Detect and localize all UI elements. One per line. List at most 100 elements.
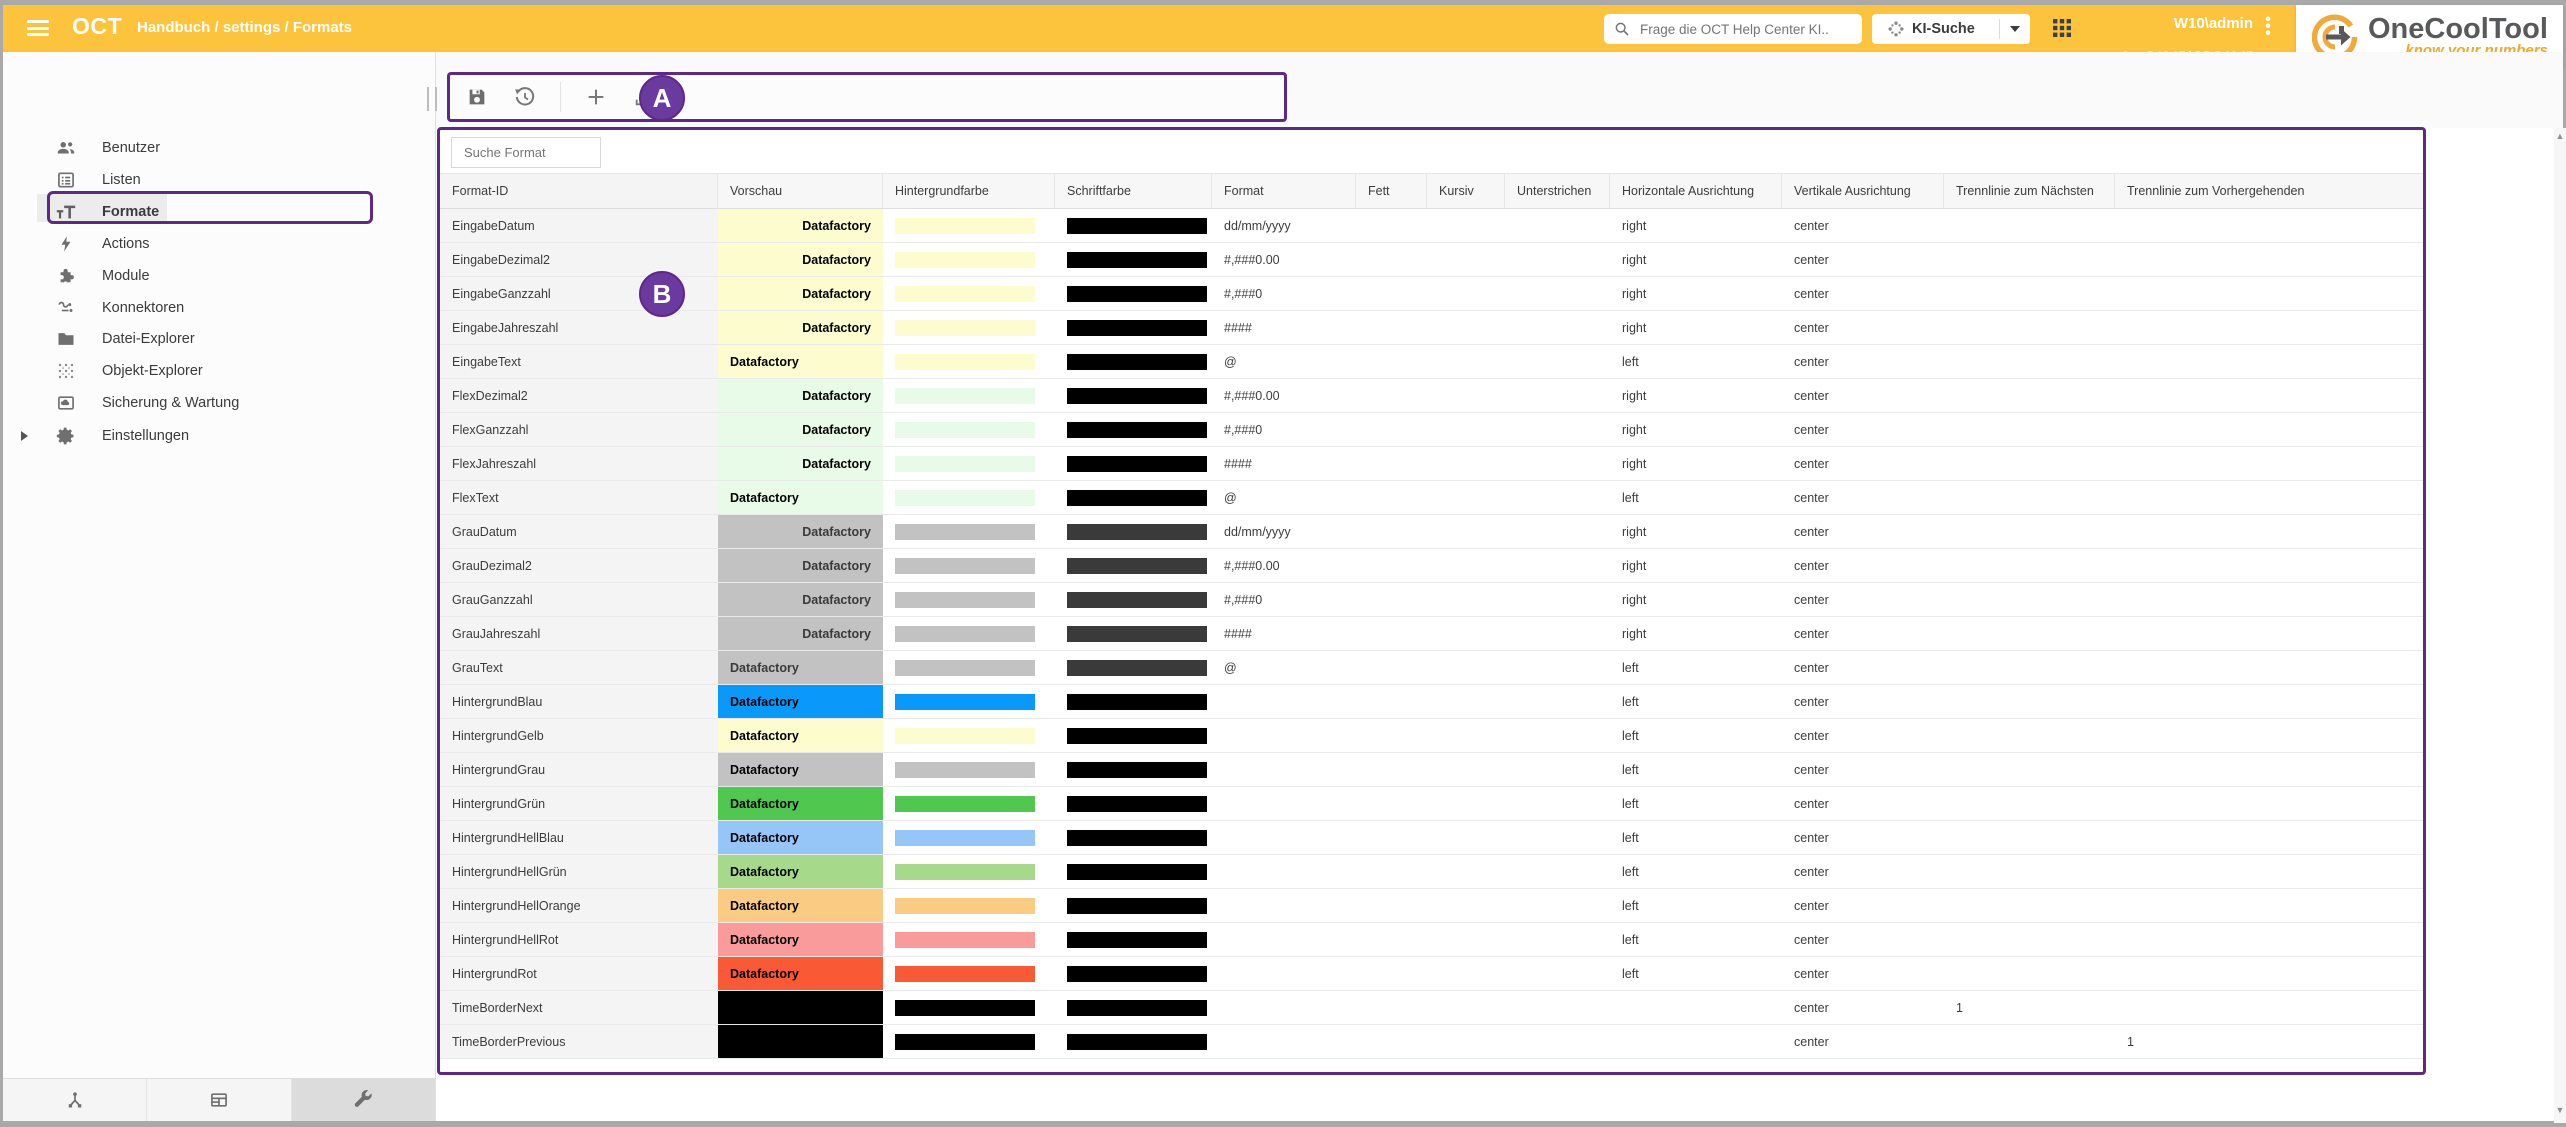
help-search-box[interactable] — [1604, 14, 1862, 44]
table-search-input[interactable] — [462, 144, 596, 161]
wrench-tab[interactable] — [292, 1079, 436, 1121]
table-row[interactable]: EingabeJahreszahlDatafactory####rightcen… — [440, 311, 2423, 345]
column-header[interactable]: Horizontale Ausrichtung — [1610, 174, 1782, 208]
search-input[interactable] — [1638, 21, 1852, 38]
cell-preview: Datafactory — [718, 787, 883, 821]
expand-arrow-icon[interactable] — [21, 431, 28, 441]
table-row[interactable]: HintergrundRotDatafactoryleftcenter — [440, 957, 2423, 991]
splitter-handle[interactable] — [427, 87, 437, 111]
font-color-swatch — [1067, 558, 1207, 574]
column-header[interactable]: Format — [1212, 174, 1356, 208]
hierarchy-tab[interactable] — [3, 1079, 147, 1121]
add-icon[interactable] — [583, 84, 609, 110]
vertical-scrollbar[interactable] — [2554, 128, 2566, 1123]
column-header[interactable]: Format-ID — [440, 174, 718, 208]
column-header[interactable]: Kursiv — [1427, 174, 1505, 208]
cell-separator-previous — [2115, 923, 2423, 957]
cell-italic — [1427, 447, 1505, 481]
cell-separator-previous: 1 — [2115, 1025, 2423, 1059]
table-row[interactable]: HintergrundHellGrünDatafactoryleftcenter — [440, 855, 2423, 889]
cell-separator-previous — [2115, 583, 2423, 617]
cell-font-color — [1055, 243, 1212, 277]
cell-vertical-align: center — [1782, 481, 1944, 515]
cell-italic — [1427, 889, 1505, 923]
cell-font-color — [1055, 583, 1212, 617]
scroll-up-icon[interactable]: ▲ — [2555, 131, 2565, 141]
sidebar-item-sicherung-wartung[interactable]: Sicherung & Wartung — [3, 388, 433, 418]
column-header[interactable]: Unterstrichen — [1505, 174, 1610, 208]
font-color-swatch — [1067, 286, 1207, 302]
table-row[interactable]: HintergrundHellRotDatafactoryleftcenter — [440, 923, 2423, 957]
cell-background-color — [883, 685, 1055, 719]
sidebar-item-formate[interactable]: Formate — [3, 197, 433, 227]
dropdown-caret-icon[interactable] — [2010, 26, 2020, 32]
background-color-swatch — [895, 932, 1035, 948]
column-header[interactable]: Trennlinie zum Vorhergehenden — [2115, 174, 2423, 208]
table-tab[interactable] — [147, 1079, 291, 1121]
table-row[interactable]: EingabeDatumDatafactorydd/mm/yyyyrightce… — [440, 209, 2423, 243]
cell-format-id: HintergrundHellGrün — [440, 855, 718, 889]
table-row[interactable]: EingabeGanzzahlDatafactory#,###0rightcen… — [440, 277, 2423, 311]
table-row[interactable]: EingabeDezimal2Datafactory#,###0.00right… — [440, 243, 2423, 277]
column-header[interactable]: Hintergrundfarbe — [883, 174, 1055, 208]
table-row[interactable]: HintergrundHellBlauDatafactoryleftcenter — [440, 821, 2423, 855]
column-header[interactable]: Trennlinie zum Nächsten — [1944, 174, 2115, 208]
username: W10\admin — [2113, 15, 2253, 32]
sidebar-item-objekt-explorer[interactable]: Objekt-Explorer — [3, 356, 433, 386]
table-row[interactable]: GrauJahreszahlDatafactory####rightcenter — [440, 617, 2423, 651]
sidebar-item-module[interactable]: Module — [3, 261, 433, 291]
table-row[interactable]: TimeBorderPreviousDatafactorycenter1 — [440, 1025, 2423, 1059]
cell-background-color — [883, 753, 1055, 787]
table-search-box[interactable] — [451, 137, 601, 168]
apps-grid-icon[interactable] — [2052, 18, 2072, 38]
cell-italic — [1427, 515, 1505, 549]
cell-format: #,###0 — [1212, 583, 1356, 617]
column-header[interactable]: Vorschau — [718, 174, 883, 208]
history-icon[interactable] — [512, 84, 538, 110]
cell-separator-previous — [2115, 753, 2423, 787]
table-row[interactable]: GrauDatumDatafactorydd/mm/yyyyrightcente… — [440, 515, 2423, 549]
table-row[interactable]: FlexGanzzahlDatafactory#,###0rightcenter — [440, 413, 2423, 447]
table-row[interactable]: HintergrundGelbDatafactoryleftcenter — [440, 719, 2423, 753]
sidebar-item-einstellungen[interactable]: Einstellungen — [3, 421, 433, 451]
table-row[interactable]: EingabeTextDatafactory@leftcenter — [440, 345, 2423, 379]
column-header[interactable]: Fett — [1356, 174, 1427, 208]
formats-table-panel: Format-ID Vorschau Hintergrundfarbe Schr… — [437, 127, 2426, 1075]
table-row[interactable]: HintergrundGrauDatafactoryleftcenter — [440, 753, 2423, 787]
column-header[interactable]: Vertikale Ausrichtung — [1782, 174, 1944, 208]
table-row[interactable]: HintergrundGrünDatafactoryleftcenter — [440, 787, 2423, 821]
cell-format: dd/mm/yyyy — [1212, 209, 1356, 243]
table-row[interactable]: TimeBorderNextDatafactorycenter1 — [440, 991, 2423, 1025]
table-row[interactable]: HintergrundHellOrangeDatafactoryleftcent… — [440, 889, 2423, 923]
backup-icon — [55, 392, 77, 414]
sidebar-item-benutzer[interactable]: Benutzer — [3, 133, 433, 163]
cell-vertical-align: center — [1782, 413, 1944, 447]
table-row[interactable]: HintergrundBlauDatafactoryleftcenter — [440, 685, 2423, 719]
table-row[interactable]: FlexJahreszahlDatafactory####rightcenter — [440, 447, 2423, 481]
ki-suche-button[interactable]: KI-Suche — [1872, 14, 2030, 44]
hamburger-icon[interactable] — [27, 20, 49, 36]
sidebar-item-datei-explorer[interactable]: Datei-Explorer — [3, 324, 433, 354]
kebab-menu-icon[interactable]: ••• — [2259, 16, 2277, 38]
cell-font-color — [1055, 481, 1212, 515]
cell-separator-next — [1944, 311, 2115, 345]
table-row[interactable]: GrauDezimal2Datafactory#,###0.00rightcen… — [440, 549, 2423, 583]
table-row[interactable]: GrauGanzzahlDatafactory#,###0rightcenter — [440, 583, 2423, 617]
table-row[interactable]: GrauTextDatafactory@leftcenter — [440, 651, 2423, 685]
sidebar-item-konnektoren[interactable]: Konnektoren — [3, 293, 433, 323]
save-icon[interactable] — [464, 84, 490, 110]
table-row[interactable]: FlexTextDatafactory@leftcenter — [440, 481, 2423, 515]
cell-format-id: FlexGanzzahl — [440, 413, 718, 447]
cell-background-color — [883, 1025, 1055, 1059]
cell-format-id: HintergrundGrün — [440, 787, 718, 821]
scroll-down-icon[interactable]: ▼ — [2555, 1105, 2565, 1115]
cell-separator-next — [1944, 889, 2115, 923]
table-header-row: Format-ID Vorschau Hintergrundfarbe Schr… — [440, 173, 2423, 209]
column-header[interactable]: Schriftfarbe — [1055, 174, 1212, 208]
cell-preview: Datafactory — [718, 889, 883, 923]
table-row[interactable]: FlexDezimal2Datafactory#,###0.00rightcen… — [440, 379, 2423, 413]
cell-vertical-align: center — [1782, 379, 1944, 413]
sidebar-item-actions[interactable]: Actions — [3, 229, 433, 259]
cell-separator-previous — [2115, 379, 2423, 413]
cell-format — [1212, 957, 1356, 991]
